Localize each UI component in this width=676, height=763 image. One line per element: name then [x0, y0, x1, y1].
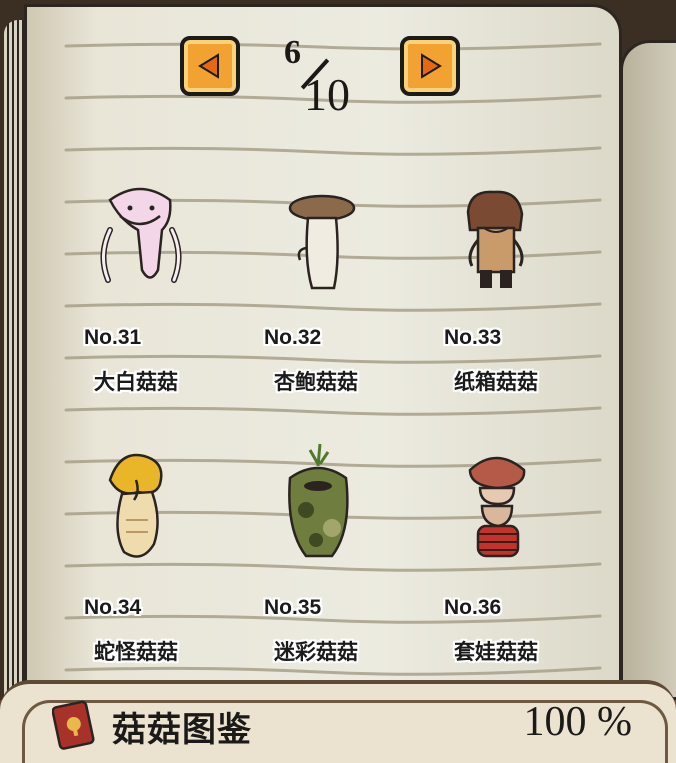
snake-mushroom-icon [108, 453, 163, 558]
entry-number: No.36 [444, 596, 502, 619]
white-mushroom-icon [100, 187, 182, 283]
entry-name: 纸箱菇菇 [454, 371, 538, 394]
encyclopedia-footer: 菇菇图鉴 100 % [0, 680, 676, 763]
entry-name: 套娃菇菇 [454, 641, 538, 664]
next-page-button[interactable] [400, 36, 460, 96]
arrow-right-icon [421, 53, 442, 79]
entry-number: No.31 [84, 326, 142, 349]
mushroom-card-36[interactable]: No.36 套娃菇菇 [440, 440, 620, 690]
mushroom-card-31[interactable]: No.31 大白菇菇 [80, 170, 260, 420]
box-mushroom-icon [466, 190, 524, 288]
mushroom-card-34[interactable]: No.34 蛇怪菇菇 [80, 440, 260, 690]
entry-name: 大白菇菇 [94, 371, 178, 394]
mushroom-card-32[interactable]: No.32 杏鲍菇菇 [260, 170, 440, 420]
total-pages: 10 [304, 69, 350, 120]
nesting-doll-mushroom-icon [468, 456, 526, 558]
current-page: 6 [284, 34, 301, 71]
entry-number: No.35 [264, 596, 322, 619]
encyclopedia-title: 菇菇图鉴 [112, 711, 252, 749]
camo-mushroom-icon [288, 443, 349, 558]
entry-number: No.33 [444, 326, 502, 349]
completion-percentage: 100 % [523, 699, 633, 745]
page-indicator: 6 10 [280, 30, 380, 120]
mushroom-card-33[interactable]: No.33 纸箱菇菇 [440, 170, 620, 420]
arrow-left-icon [198, 53, 219, 79]
entry-name: 杏鲍菇菇 [274, 371, 358, 394]
mushroom-card-35[interactable]: No.35 迷彩菇菇 [260, 440, 440, 690]
book-icon [52, 700, 95, 750]
entry-number: No.32 [264, 326, 322, 349]
entry-name: 迷彩菇菇 [274, 641, 358, 664]
entry-number: No.34 [84, 596, 142, 619]
entry-name: 蛇怪菇菇 [94, 641, 178, 664]
prev-page-button[interactable] [180, 36, 240, 96]
king-oyster-mushroom-icon [288, 194, 356, 290]
